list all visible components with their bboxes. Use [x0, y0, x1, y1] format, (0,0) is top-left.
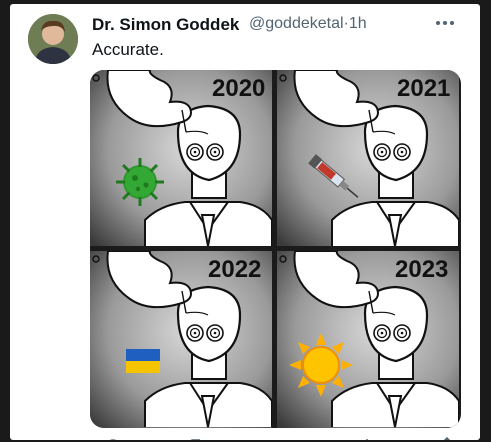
virus-icon [116, 158, 164, 206]
ukraine-flag-icon [126, 349, 160, 373]
reply-button[interactable] [106, 432, 120, 440]
like-button[interactable] [274, 432, 288, 440]
sun-icon [289, 333, 353, 397]
panel-year-2021: 2021 [397, 75, 450, 102]
share-icon [443, 436, 451, 440]
panel-2021: 2021 [277, 70, 459, 246]
more-dots-icon [436, 21, 454, 25]
tweet-card: Dr. Simon Goddek @goddeketal·1h Accurate… [10, 4, 480, 440]
reply-icon [109, 439, 117, 440]
views-button[interactable] [358, 432, 372, 440]
avatar-image [28, 14, 78, 64]
more-options-button[interactable] [430, 12, 460, 34]
tweet-time[interactable]: 1h [349, 15, 367, 32]
views-icon [366, 439, 368, 440]
retweet-icon [191, 439, 200, 440]
tweet-text: Accurate. [92, 40, 164, 59]
author-name[interactable]: Dr. Simon Goddek [92, 15, 239, 35]
panel-year-2020: 2020 [212, 75, 265, 102]
panel-2022: 2022 [90, 251, 272, 428]
action-bar [90, 432, 461, 440]
tweet-meta: @goddeketal·1h [249, 15, 367, 33]
author-handle[interactable]: @goddeketal [249, 15, 344, 32]
heart-icon [274, 437, 288, 440]
tweet-media[interactable]: 2020 2021 2022 2023 [90, 70, 461, 428]
panel-2023: 2023 [277, 251, 459, 428]
avatar[interactable] [28, 14, 78, 64]
retweet-button[interactable] [190, 432, 204, 440]
panel-2020: 2020 [90, 70, 272, 246]
share-button[interactable] [440, 432, 454, 440]
panel-year-2023: 2023 [395, 256, 448, 283]
panel-year-2022: 2022 [208, 256, 261, 283]
